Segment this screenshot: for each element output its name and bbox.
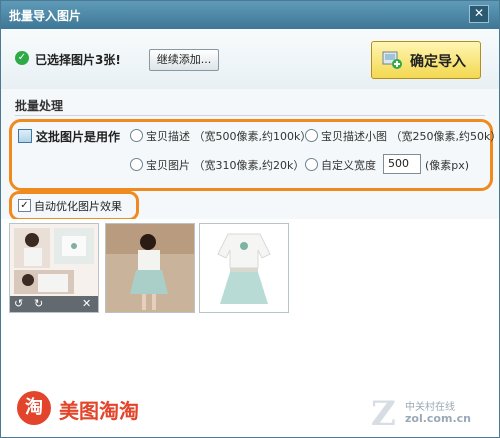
title-bar: 批量导入图片 ✕ [1,1,499,29]
image-thumbnail[interactable]: ↺ ↻ ✕ [9,223,99,313]
photo-model-standing [106,224,194,312]
radio-desc-small-label: 宝贝描述小图 （宽250像素,约50k） [321,130,500,143]
batch-import-dialog: 批量导入图片 ✕ ✓ 已选择图片3张! 继续添加... 确定导入 批量处理 这批… [0,0,500,438]
window-title: 批量导入图片 [9,9,82,23]
custom-width-unit: (像素px) [425,159,470,172]
usage-icon [18,129,32,143]
delete-icon[interactable]: ✕ [82,297,91,310]
brand-logo: 淘 美图淘淘 [17,391,177,427]
selection-bar: ✓ 已选择图片3张! 继续添加... 确定导入 [1,29,499,89]
close-icon: ✕ [473,6,485,20]
radio-item-image[interactable] [130,158,143,171]
section-divider [15,115,485,116]
check-icon: ✓ [15,51,29,65]
batch-section-label: 批量处理 [15,99,64,113]
continue-add-button[interactable]: 继续添加... [149,49,219,71]
brand-name: 美图淘淘 [59,399,139,423]
rotate-right-icon[interactable]: ↻ [34,297,43,310]
confirm-import-label: 确定导入 [410,54,466,70]
usage-label: 这批图片是用作 [36,130,121,144]
radio-custom-width-label: 自定义宽度 [321,159,376,172]
image-thumbnail[interactable] [199,223,289,313]
usage-group: 这批图片是用作 宝贝描述 （宽500像素,约100k） 宝贝描述小图 （宽250… [9,119,499,191]
confirm-import-button[interactable]: 确定导入 [371,41,481,79]
photo-dress [200,224,288,312]
watermark-url: zol.com.cn [405,412,471,425]
image-gallery: ↺ ↻ ✕ 淘 美图淘淘 Z 中关村在线 zol.com.cn [1,219,499,437]
rotate-left-icon[interactable]: ↺ [14,297,23,310]
auto-optimize-group: ✓ 自动优化图片效果 [9,191,139,221]
radio-item-image-label: 宝贝图片 （宽310像素,约20k） [146,159,305,172]
watermark-cn: 中关村在线 [405,402,455,413]
image-thumbnail[interactable] [105,223,195,313]
radio-custom-width[interactable] [305,158,318,171]
import-icon [382,51,402,69]
selected-count-text: 已选择图片3张! [35,53,121,67]
custom-width-input[interactable]: 500 [383,154,421,174]
brand-icon: 淘 [17,391,51,425]
radio-desc-label: 宝贝描述 （宽500像素,约100k） [146,130,312,143]
radio-desc-small[interactable] [305,129,318,142]
close-button[interactable]: ✕ [469,5,489,23]
radio-desc[interactable] [130,129,143,142]
watermark: Z 中关村在线 zol.com.cn [371,394,491,434]
watermark-logo: Z [371,394,396,434]
auto-optimize-label: 自动优化图片效果 [34,200,122,213]
auto-optimize-checkbox[interactable]: ✓ [18,199,31,212]
thumbnail-toolbar: ↺ ↻ ✕ [10,296,98,312]
